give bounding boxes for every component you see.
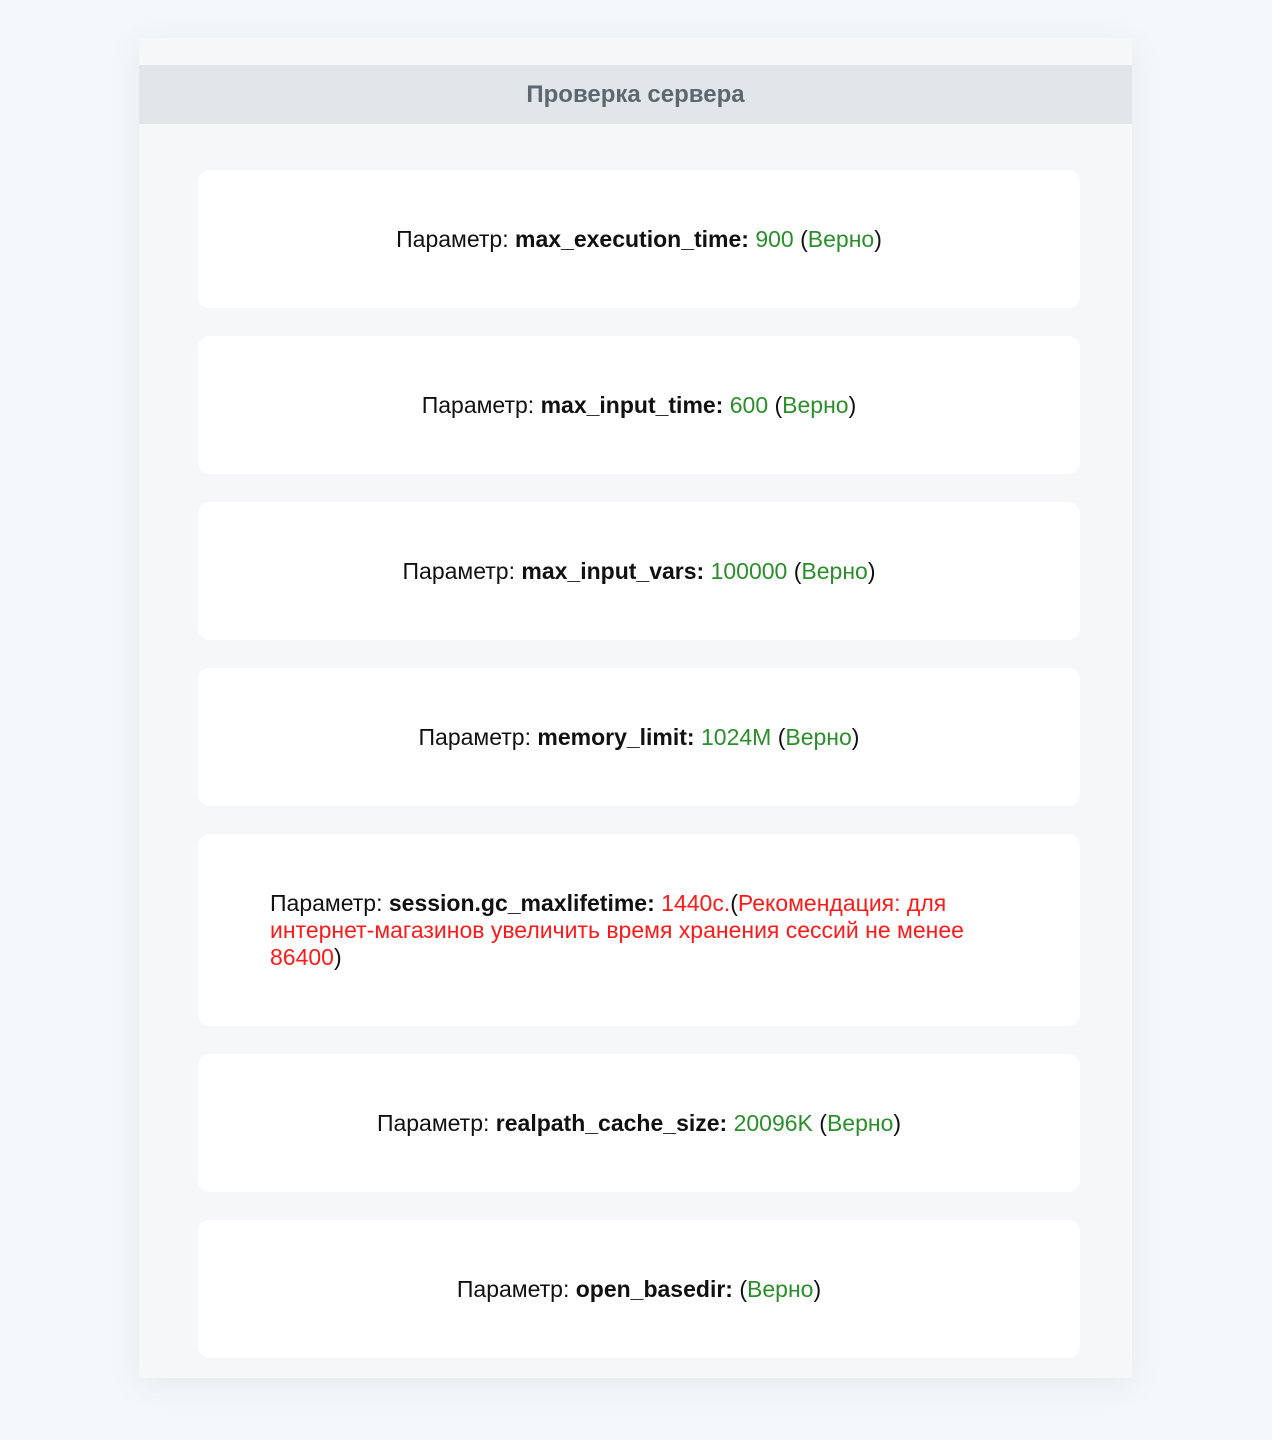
check-card-max-execution-time: Параметр: max_execution_time: 900 (Верно… [198,170,1080,308]
param-prefix: Параметр: [402,557,515,584]
param-value: 1440с. [661,889,731,916]
status-close-paren: ) [867,557,876,584]
param-prefix: Параметр: [396,225,509,252]
status-text: Верно [801,557,868,584]
check-card-max-input-time: Параметр: max_input_time: 600 (Верно) [198,336,1080,474]
check-card-realpath-cache-size: Параметр: realpath_cache_size: 20096K (В… [198,1054,1080,1192]
status-text: Верно [807,225,875,252]
param-value: 1024M [700,723,772,750]
status-close-paren: ) [813,1275,822,1302]
check-line: Параметр: open_basedir: (Верно) [457,1276,821,1303]
param-prefix: Параметр: [270,889,383,916]
check-line: Параметр: max_input_vars: 100000 (Верно) [403,558,876,585]
param-name: max_execution_time: [515,225,749,252]
status-open-paren: ( [800,225,808,252]
param-prefix: Параметр: [376,1109,490,1136]
param-prefix: Параметр: [456,1275,570,1302]
param-name: open_basedir: [575,1275,733,1302]
param-value: 900 [755,225,794,252]
param-name: session.gc_maxlifetime: [388,889,655,916]
status-open-paren: ( [730,889,738,916]
check-line: Параметр: memory_limit: 1024M (Верно) [419,724,860,751]
param-value: 100000 [710,557,788,584]
check-card-max-input-vars: Параметр: max_input_vars: 100000 (Верно) [198,502,1080,640]
param-name: max_input_time: [540,391,724,418]
status-close-paren: ) [848,391,857,418]
param-name: max_input_vars: [521,557,705,584]
panel-header: Проверка сервера [139,65,1132,124]
check-line: Параметр: session.gc_maxlifetime: 1440с.… [198,890,1080,971]
check-card-open-basedir: Параметр: open_basedir: (Верно) [198,1220,1080,1358]
check-line: Параметр: realpath_cache_size: 20096K (В… [377,1110,901,1137]
page-title: Проверка сервера [526,80,745,108]
status-close-paren: ) [851,723,860,750]
status-close-paren: ) [333,943,342,970]
status-text: Верно [826,1109,894,1136]
param-value: 600 [729,391,769,418]
param-name: memory_limit: [537,723,695,750]
check-card-session-gc-maxlifetime: Параметр: session.gc_maxlifetime: 1440с.… [198,834,1080,1026]
status-open-paren: ( [819,1109,827,1136]
param-value: 20096K [733,1109,813,1136]
status-open-paren: ( [739,1275,748,1302]
status-text: Верно [747,1275,814,1302]
status-text: Верно [782,391,849,418]
check-line: Параметр: max_execution_time: 900 (Верно… [396,226,882,253]
status-text: Верно [785,723,852,750]
param-prefix: Параметр: [421,391,535,418]
param-name: realpath_cache_size: [495,1109,728,1136]
check-line: Параметр: max_input_time: 600 (Верно) [422,392,857,419]
server-check-panel: Проверка сервера Параметр: max_execution… [139,38,1132,1378]
status-close-paren: ) [874,225,882,252]
status-close-paren: ) [893,1109,902,1136]
param-prefix: Параметр: [418,723,531,750]
check-card-memory-limit: Параметр: memory_limit: 1024M (Верно) [198,668,1080,806]
